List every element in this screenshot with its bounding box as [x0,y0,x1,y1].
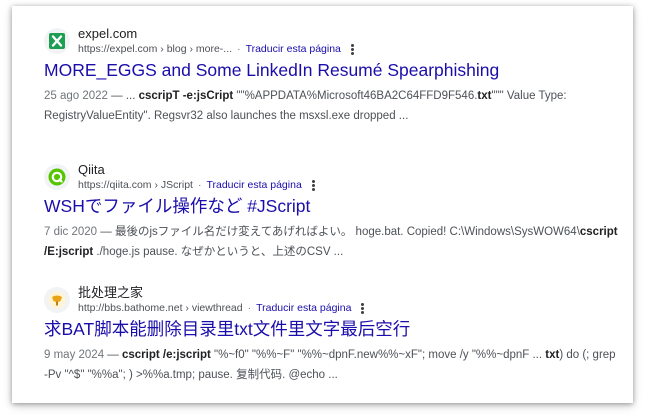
result-source[interactable]: 批处理之家 http://bbs.bathome.net › viewthrea… [44,285,619,315]
more-options-icon[interactable] [361,302,365,314]
bathome-logo-icon [44,287,70,313]
result-date: 9 may 2024 [44,349,105,361]
separator-dot: · [237,43,241,55]
snippet-fragment: — [104,349,122,361]
snippet-fragment: — ... [107,90,139,102]
result-snippet: 7 dic 2020 — 最後のjsファイル名だけ変えてあげればよい。 hoge… [44,222,619,262]
expel-x-logo-icon [44,28,70,54]
separator-dot: · [197,179,202,191]
snippet-fragment: "%~f0" "%%~F" "%%~dpnF.new%%~xF"; move /… [210,349,546,361]
result-title-link[interactable]: MORE_EGGS and Some LinkedIn Resumé Spear… [44,59,499,81]
translate-link[interactable]: Traducir esta página [246,42,341,56]
more-options-icon[interactable] [350,43,354,55]
result-url: https://qiita.com › JScript · Traducir e… [78,178,315,192]
snippet-text: — 最後のjsファイル名だけ変えてあげればよい。 hoge.bat. Copie… [44,226,618,258]
cite-url: https://qiita.com › JScript [78,179,193,191]
snippet-fragment: — 最後のjsファイル名だけ変えてあげればよい。 hoge.bat. Copie… [97,226,580,238]
site-name: 批处理之家 [78,285,144,300]
separator-dot: · [247,302,252,314]
result-date: 7 dic 2020 [44,226,98,238]
snippet-highlight: txt [477,90,492,102]
snippet-text: — ... cscripT -e:jsCript ""%APPDATA%Micr… [44,90,567,122]
snippet-highlight: txt [545,349,560,361]
search-results-panel: expel.com https://expel.com › blog › mor… [12,6,633,403]
translate-link[interactable]: Traducir esta página [256,301,351,315]
snippet-highlight: cscripT -e:jsCript [138,90,234,102]
qiita-logo-icon [44,164,70,190]
result-title-link[interactable]: 求BAT脚本能删除目录里txt文件里文字最后空行 [44,318,410,340]
search-result: Qiita https://qiita.com › JScript · Trad… [44,162,619,258]
snippet-fragment: ""%APPDATA%Microsoft46BA2C64FFD9F546. [233,90,478,102]
result-source[interactable]: Qiita https://qiita.com › JScript · Trad… [44,162,619,192]
cite-url: https://expel.com › blog › more-... [78,43,233,55]
more-options-icon[interactable] [311,179,315,191]
cite-url: http://bbs.bathome.net › viewthread [78,302,243,314]
result-snippet: 25 ago 2022 — ... cscripT -e:jsCript ""%… [44,86,619,126]
translate-link[interactable]: Traducir esta página [206,178,301,192]
snippet-highlight: cscript /e:jscript [122,349,211,361]
snippet-text: — cscript /e:jscript "%~f0" "%%~F" "%%~d… [44,349,616,381]
site-name: Qiita [78,162,105,177]
result-snippet: 9 may 2024 — cscript /e:jscript "%~f0" "… [44,345,619,385]
result-source[interactable]: expel.com https://expel.com › blog › mor… [44,26,619,56]
result-title-link[interactable]: WSHでファイル操作など #JScript [44,195,310,217]
result-url: http://bbs.bathome.net › viewthread · Tr… [78,301,365,315]
site-name: expel.com [78,26,138,41]
search-result: 批处理之家 http://bbs.bathome.net › viewthrea… [44,285,619,381]
result-url: https://expel.com › blog › more-... · Tr… [78,42,354,56]
snippet-fragment: ./hoge.js pause. なぜかというと、上述のCSV ... [93,246,344,258]
search-result: expel.com https://expel.com › blog › mor… [44,26,619,122]
result-date: 25 ago 2022 [44,90,108,102]
